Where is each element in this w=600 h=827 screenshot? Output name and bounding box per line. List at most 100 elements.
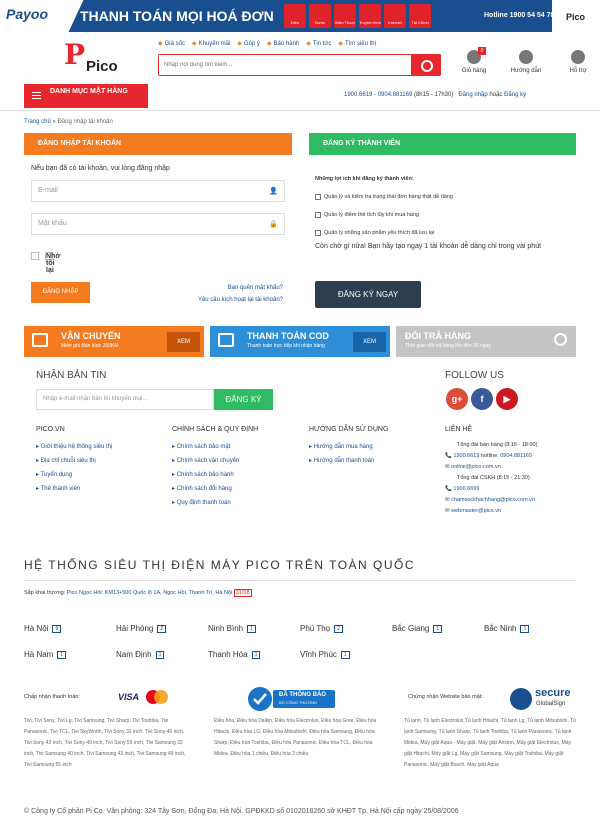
- search-icon[interactable]: [411, 54, 441, 76]
- follow-title: FOLLOW US: [445, 370, 504, 381]
- store-count-badge: 1: [520, 624, 530, 633]
- password-field[interactable]: Mật khẩu 🔒: [31, 213, 285, 235]
- register-link[interactable]: Đăng ký: [504, 92, 526, 98]
- register-benefits: Những lợi ích khi đăng ký thành viên: Qu…: [315, 170, 453, 242]
- google-plus-icon[interactable]: g+: [446, 388, 468, 410]
- newsletter-subscribe-button[interactable]: ĐĂNG KÝ: [214, 389, 273, 410]
- truck-icon: [32, 333, 48, 347]
- footer-col-guide-links: Hướng dẫn mua hàngHướng dẫn thanh toán: [309, 440, 375, 468]
- tv-keywords: Tivi, Tivi Sony, Tivi Lg, Tivi Samsung, …: [24, 718, 186, 768]
- sales-phone-2[interactable]: 0904.881169: [500, 453, 532, 459]
- footer-link[interactable]: Chính sách bảo mật: [172, 440, 239, 454]
- phone-icon: [571, 50, 585, 64]
- check-icon: [315, 193, 321, 200]
- footer-link[interactable]: Giới thiệu hệ thống siêu thị: [36, 440, 113, 454]
- footer-link[interactable]: Quy định thanh toán: [172, 496, 239, 510]
- city-item[interactable]: Phú Thọ 2: [300, 624, 343, 633]
- youtube-icon[interactable]: ▶: [496, 388, 518, 410]
- footer-link[interactable]: Chính sách đổi hàng: [172, 482, 239, 496]
- top-link-5[interactable]: ◆ Tìm siêu thị: [338, 40, 376, 47]
- cskh-phone[interactable]: 1900.6699: [453, 486, 479, 492]
- guide-button[interactable]: Hướng dẫn: [506, 50, 546, 74]
- login-link[interactable]: Đăng nhập: [458, 92, 487, 98]
- footer-link[interactable]: Hướng dẫn mua hàng: [309, 440, 374, 454]
- store-count-badge: 1: [57, 650, 67, 659]
- breadcrumb-current: Đăng nhập tài khoản: [57, 119, 113, 125]
- email-field[interactable]: E-mail 👤: [31, 180, 285, 202]
- benefits-title: Những lợi ích khi đăng ký thành viên:: [315, 176, 414, 182]
- footer-link[interactable]: Chính sách vận chuyển: [172, 454, 240, 468]
- breadcrumb-home[interactable]: Trang chủ: [24, 119, 51, 125]
- city-item[interactable]: Bắc Giang 1: [392, 624, 443, 633]
- or-text: hoặc: [489, 92, 503, 98]
- footer-link[interactable]: Tuyển dụng: [36, 468, 112, 482]
- banner-pico-logo: Pico: [552, 0, 600, 32]
- pico-logo-mark[interactable]: P: [64, 38, 85, 71]
- cod-feature[interactable]: THANH TOÁN COD Thanh toán trực tiếp khi n…: [210, 326, 390, 357]
- tag-icon: ◆: [158, 41, 163, 47]
- city-item[interactable]: Ninh Bình 1: [208, 624, 256, 633]
- register-now-button[interactable]: ĐĂNG KÝ NGAY: [315, 281, 421, 308]
- check-icon: [315, 211, 321, 218]
- webmaster-email-row: ✉ webmaster@pico.vn: [445, 508, 502, 514]
- top-link-3[interactable]: ◆ Bảo hành: [267, 40, 299, 47]
- opening-store-link[interactable]: Pico Ngọc Hồi: KM13+500 Quốc lộ 1A, Ngọc…: [67, 590, 232, 596]
- city-item[interactable]: Nam Định 1: [116, 650, 165, 659]
- care-email-link[interactable]: chamsockhachhang@pico.com.vn: [451, 497, 535, 503]
- category-menu-button[interactable]: DANH MỤC MẶT HÀNG: [24, 84, 148, 108]
- login-button[interactable]: ĐĂNG NHẬP: [31, 282, 90, 303]
- cart-icon: 0: [467, 47, 486, 64]
- gift-icon: ◆: [191, 41, 197, 47]
- top-links: ◆ Giá sốc ◆ Khuyến mãi ◆ Góp ý ◆ Bảo hành ◆ Tin t…: [158, 40, 376, 47]
- payoo-banner[interactable]: Payoo THANH TOÁN MỌI HOÁ ĐƠN Điện Nước Điệ…: [0, 0, 600, 32]
- pico-logo-text[interactable]: Pico: [86, 58, 118, 75]
- facebook-icon[interactable]: f: [471, 388, 493, 410]
- store-count-badge: 1: [247, 624, 256, 633]
- header-actions: 0 Giỏ hàng Hướng dẫn Hỗ trợ: [454, 47, 598, 74]
- reactivation-link[interactable]: Yêu cầu kích hoạt lại tài khoản?: [150, 294, 283, 306]
- city-item[interactable]: Thanh Hóa 1: [208, 650, 261, 659]
- header-contact-bar: 1900.6619 - 0904.881169 (8h15 - 17h30) Đ…: [344, 92, 526, 98]
- footer-col-policy-title: CHÍNH SÁCH & QUY ĐỊNH: [172, 426, 259, 433]
- search-input[interactable]: [159, 55, 409, 75]
- footer-link[interactable]: Thẻ thành viên: [36, 482, 112, 496]
- shipping-view-button[interactable]: XEM: [167, 332, 200, 352]
- footer-link[interactable]: Địa chỉ chuỗi siêu thị: [36, 454, 112, 468]
- account-help-links: Bạn quên mật khẩu? Yêu cầu kích hoạt lại…: [150, 282, 283, 306]
- footer-link[interactable]: Hướng dẫn thanh toán: [309, 454, 375, 468]
- sales-hours: Tổng đài bán hàng (8:15 - 18:00): [457, 442, 538, 448]
- city-item[interactable]: Hà Nội 9: [24, 624, 62, 633]
- wrench-icon: ◆: [266, 41, 272, 47]
- checkbox-box: [31, 252, 39, 260]
- forgot-password-link[interactable]: Bạn quên mật khẩu?: [150, 282, 283, 294]
- cart-button[interactable]: 0 Giỏ hàng: [454, 47, 494, 74]
- top-link-1[interactable]: ◆ Khuyến mãi: [192, 40, 230, 47]
- top-link-0[interactable]: ◆ Giá sốc: [158, 40, 185, 47]
- cod-view-button[interactable]: XEM: [353, 332, 386, 352]
- city-item[interactable]: Bắc Ninh 1: [484, 624, 530, 633]
- footer-col-pico-links: Giới thiệu hệ thống siêu thịĐịa chỉ chuỗ…: [36, 440, 113, 496]
- copyright: © Công ty Cổ phần Pi Co. Văn phòng: 324 …: [24, 808, 459, 815]
- globalsign-badge[interactable]: secure GlobalSign: [510, 686, 576, 712]
- support-button[interactable]: Hỗ trợ: [558, 50, 598, 74]
- header-phones[interactable]: 1900.6619 - 0904.881169: [344, 92, 412, 98]
- newsletter-email-input[interactable]: Nhập e-mail nhận bản tin khuyến mại...: [36, 389, 214, 410]
- shipping-feature[interactable]: VẬN CHUYỂN Miễn phí Bán kính 200KM XEM: [24, 326, 204, 357]
- fridge-keywords: Tủ lạnh, Tủ lạnh Electrolux,Tủ lạnh Hita…: [404, 718, 576, 768]
- store-count-badge: 2: [334, 624, 343, 633]
- webmaster-email-link[interactable]: webmaster@pico.vn: [451, 508, 501, 514]
- return-feature[interactable]: ĐỔI TRẢ HÀNG Thời gian đổi trả hàng lên đ…: [396, 326, 576, 357]
- location-icon: ◆: [338, 41, 343, 47]
- bct-badge[interactable]: ĐÃ THÔNG BÁO BỘ CÔNG THƯƠNG: [247, 686, 337, 712]
- benefit-item: Quản lý điểm thẻ tích lũy khi mua hàng: [315, 206, 453, 224]
- city-item[interactable]: Hải Phòng 2: [116, 624, 167, 633]
- remember-me-checkbox[interactable]: Nhớ tôi lại: [31, 252, 60, 274]
- footer-link[interactable]: Chính sách bảo hành: [172, 468, 239, 482]
- sales-phone-1[interactable]: 1900.6619: [453, 453, 479, 459]
- city-item[interactable]: Hà Nam 1: [24, 650, 67, 659]
- register-heading: ĐĂNG KÝ THÀNH VIÊN: [309, 133, 576, 155]
- top-link-4[interactable]: ◆ Tin tức: [306, 40, 331, 47]
- online-email-link[interactable]: online@pico.com.vn: [451, 464, 501, 470]
- top-link-2[interactable]: ◆ Góp ý: [237, 40, 260, 47]
- city-item[interactable]: Vĩnh Phúc 1: [300, 650, 350, 659]
